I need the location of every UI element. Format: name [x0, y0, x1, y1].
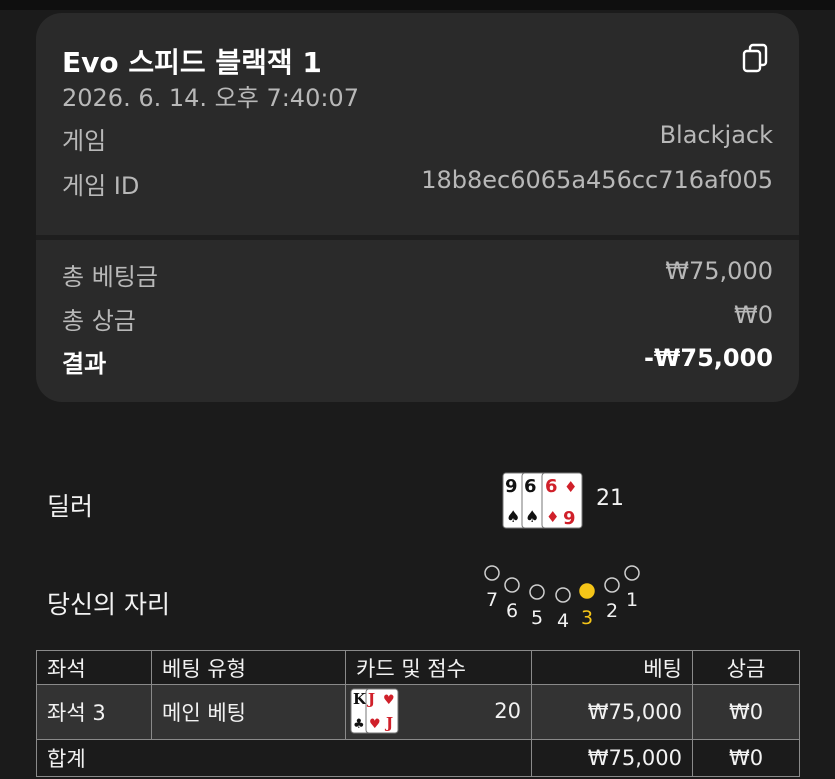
seat-number: 2: [606, 600, 618, 622]
seat-number: 1: [626, 589, 638, 611]
bet-type-cell: 메인 베팅: [151, 684, 346, 740]
svg-text:9: 9: [505, 476, 518, 497]
copy-icon[interactable]: [741, 43, 769, 73]
svg-text:♣: ♣: [353, 717, 365, 732]
player-cards: K ♣ J ♥ ♥ J: [350, 688, 399, 734]
round-datetime: 2026. 6. 14. 오후 7:40:07: [62, 84, 359, 112]
total-win-cell: ₩0: [692, 739, 800, 777]
svg-text:9: 9: [563, 508, 576, 529]
svg-text:♥: ♥: [383, 693, 395, 708]
game-id-label: 게임 ID: [62, 172, 140, 200]
svg-text:6: 6: [524, 476, 537, 497]
col-header-bet: 베팅: [531, 650, 693, 685]
svg-text:K: K: [353, 690, 367, 708]
table-header-row: 좌석 베팅 유형 카드 및 점수 베팅 상금: [36, 650, 800, 685]
dealer-label: 딜러: [47, 492, 94, 521]
col-header-win: 상금: [692, 650, 800, 685]
seat-number: 4: [557, 610, 569, 630]
svg-text:J: J: [384, 714, 393, 732]
dealer-score: 21: [596, 486, 624, 511]
top-frame: [0, 0, 835, 10]
svg-text:♠: ♠: [525, 507, 539, 526]
table-total-row: 합계 ₩75,000 ₩0: [36, 739, 800, 777]
win-amount-cell: ₩0: [692, 684, 800, 740]
total-bet-cell: ₩75,000: [531, 739, 693, 777]
game-label: 게임: [62, 127, 107, 155]
game-id-value: 18b8ec6065a456cc716af005: [421, 166, 773, 194]
svg-text:6: 6: [545, 476, 558, 497]
total-win-value: ₩0: [734, 301, 773, 329]
col-header-cards-score: 카드 및 점수: [345, 650, 532, 685]
card-divider: [36, 235, 799, 240]
game-title: Evo 스피드 블랙잭 1: [62, 46, 322, 79]
svg-text:♦: ♦: [564, 478, 577, 496]
seat-marker: [555, 587, 571, 603]
seat-marker-active: [579, 583, 595, 599]
total-bet-label: 총 베팅금: [62, 263, 158, 291]
total-win-label: 총 상금: [62, 307, 136, 335]
total-label-cell: 합계: [36, 739, 532, 777]
seat-number: 7: [486, 589, 498, 611]
dealer-cards: 9 ♠ 6 ♠ 6 ♦ ♦ 9: [502, 472, 583, 529]
svg-text:♠: ♠: [506, 507, 520, 526]
seat-marker: [529, 584, 545, 600]
playing-card: 6 ♦ ♦ 9: [541, 472, 583, 529]
seat-map: 7654321: [484, 565, 640, 630]
svg-text:♦: ♦: [546, 508, 559, 526]
col-header-bet-type: 베팅 유형: [151, 650, 346, 685]
game-value: Blackjack: [659, 121, 773, 149]
seat-marker: [504, 577, 520, 593]
playing-card: J ♥ ♥ J: [365, 688, 399, 734]
player-score: 20: [494, 699, 521, 723]
seat-number: 3: [581, 607, 593, 629]
result-value: -₩75,000: [643, 344, 773, 372]
col-header-seat: 좌석: [36, 650, 152, 685]
seat-cell: 좌석 3: [36, 684, 152, 740]
bet-amount-cell: ₩75,000: [531, 684, 693, 740]
table-row: 좌석 3 메인 베팅 K ♣ J ♥ ♥ J 20 ₩75,000 ₩0: [36, 684, 800, 740]
seat-marker: [604, 577, 620, 593]
svg-text:J: J: [366, 690, 375, 708]
seat-number: 5: [531, 607, 543, 629]
seat-marker: [484, 565, 500, 581]
seat-marker: [624, 565, 640, 581]
round-details-card: Evo 스피드 블랙잭 1 2026. 6. 14. 오후 7:40:07 게임…: [36, 13, 799, 402]
total-bet-value: ₩75,000: [665, 257, 773, 285]
result-label: 결과: [62, 350, 107, 378]
bets-table: 좌석 베팅 유형 카드 및 점수 베팅 상금 좌석 3 메인 베팅 K ♣ J …: [36, 650, 800, 777]
your-seat-label: 당신의 자리: [47, 590, 170, 619]
seat-number: 6: [506, 600, 518, 622]
svg-text:♥: ♥: [369, 717, 381, 732]
cards-score-cell: K ♣ J ♥ ♥ J 20: [345, 684, 532, 740]
